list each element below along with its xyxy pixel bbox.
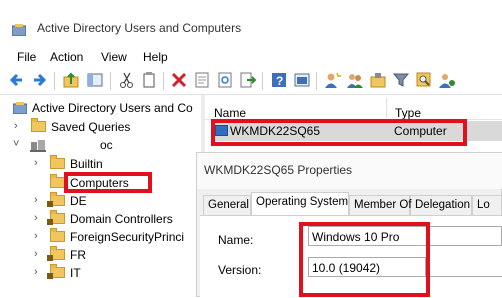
up-folder-icon[interactable]: [62, 71, 80, 89]
help-icon[interactable]: ?: [270, 71, 288, 89]
new-group-icon[interactable]: [346, 71, 364, 89]
tree-item-label: oc: [100, 138, 113, 152]
chevron-right-icon[interactable]: ›: [34, 194, 38, 206]
show-hide-tree-icon[interactable]: [86, 71, 104, 89]
folder-icon: [50, 174, 65, 188]
aduc-root-icon: [12, 102, 28, 115]
ou-folder-icon: [47, 192, 65, 207]
field-underline: [426, 276, 502, 277]
tree-item-label: FR: [70, 248, 86, 262]
column-divider[interactable]: [386, 98, 387, 118]
refresh-icon[interactable]: [216, 71, 234, 89]
tree-root[interactable]: Active Directory Users and Co: [10, 99, 200, 117]
find-icon[interactable]: [415, 71, 433, 89]
tree-item-label: ForeignSecurityPrinci: [70, 230, 185, 244]
toolbar: ?: [0, 68, 502, 95]
os-name-label: Name:: [218, 233, 254, 247]
console-icon[interactable]: [293, 71, 311, 89]
dialog-title: WKMDK22SQ65 Properties: [204, 163, 353, 177]
tree-item-saved-queries[interactable]: › Saved Queries: [10, 118, 200, 136]
highlight-computers-box: [64, 172, 152, 193]
menu-file[interactable]: File: [17, 50, 36, 64]
ou-folder-icon: [47, 246, 65, 261]
export-icon[interactable]: [239, 71, 257, 89]
chevron-right-icon[interactable]: ›: [34, 230, 38, 242]
copy-icon[interactable]: [140, 71, 158, 89]
back-arrow-icon[interactable]: [8, 71, 26, 89]
tab-member-of[interactable]: Member Of: [349, 195, 412, 215]
tree-item-domain[interactable]: ˅ oc: [10, 136, 200, 154]
chevron-right-icon[interactable]: ›: [34, 212, 38, 224]
tree-item-label: Domain Controllers: [70, 212, 173, 226]
window-title: Active Directory Users and Computers: [37, 21, 242, 35]
tree-item-it[interactable]: › IT: [30, 264, 200, 282]
ou-folder-icon: [47, 210, 65, 225]
forward-arrow-icon[interactable]: [30, 71, 48, 89]
tree-item-foreign-security-principals[interactable]: › ForeignSecurityPrinci: [30, 228, 200, 246]
folder-icon: [50, 155, 65, 169]
menu-bar: File Action View Help: [0, 44, 502, 68]
os-version-label: Version:: [218, 263, 262, 277]
menu-help[interactable]: Help: [143, 50, 168, 64]
tree-item-builtin[interactable]: › Builtin: [30, 155, 200, 173]
tree-item-label: Builtin: [70, 157, 103, 171]
tree-item-de[interactable]: › DE: [30, 192, 200, 210]
cut-icon[interactable]: [118, 71, 136, 89]
tab-operating-system[interactable]: Operating System: [251, 192, 349, 216]
highlight-os-fields-box: [299, 222, 430, 297]
menu-view[interactable]: View: [101, 50, 127, 64]
menu-action[interactable]: Action: [50, 50, 83, 64]
chevron-right-icon[interactable]: ›: [34, 157, 38, 169]
tree-item-label: DE: [70, 194, 87, 208]
tree-item-label: IT: [70, 266, 81, 280]
tree-item-label: Saved Queries: [51, 120, 131, 134]
filter-icon[interactable]: [392, 71, 410, 89]
tab-general[interactable]: General: [203, 195, 251, 215]
tree-item-fr[interactable]: › FR: [30, 246, 200, 264]
ou-folder-icon: [47, 264, 65, 279]
properties-icon[interactable]: [193, 71, 211, 89]
tree-root-label: Active Directory Users and Co: [32, 101, 193, 115]
chevron-right-icon[interactable]: ›: [34, 248, 38, 260]
folder-icon: [50, 228, 65, 242]
chevron-right-icon[interactable]: ›: [14, 120, 18, 132]
delete-icon[interactable]: [170, 71, 188, 89]
new-user-icon[interactable]: [323, 71, 341, 89]
tab-location[interactable]: Lo: [472, 195, 502, 215]
tab-delegation[interactable]: Delegation: [410, 195, 472, 215]
console-tree: Active Directory Users and Co › Saved Qu…: [0, 95, 200, 297]
column-header-name[interactable]: Name: [214, 106, 246, 120]
new-ou-icon[interactable]: [369, 71, 387, 89]
svg-text:?: ?: [276, 74, 283, 88]
tree-item-domain-controllers[interactable]: › Domain Controllers: [30, 210, 200, 228]
add-to-group-icon[interactable]: [438, 71, 456, 89]
highlight-computer-row-box: [211, 119, 467, 146]
chevron-right-icon[interactable]: ›: [34, 266, 38, 278]
domain-icon: [30, 138, 46, 152]
folder-icon: [31, 118, 46, 132]
aduc-app-icon: [11, 24, 27, 37]
column-header-type[interactable]: Type: [395, 106, 421, 120]
chevron-down-icon[interactable]: ˅: [13, 138, 19, 150]
